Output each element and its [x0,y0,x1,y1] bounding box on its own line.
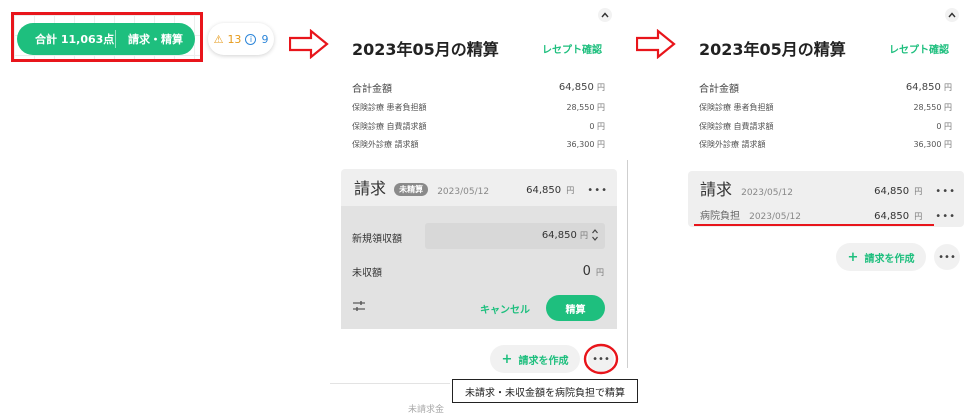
new-receipt-value: 64,850 [541,230,577,241]
bottom-divider [330,383,450,384]
bill-amount: 64,850 [874,185,910,197]
total-unit: 円 [597,83,605,92]
settle-button[interactable]: 請求・精算 [116,31,195,47]
line-row: 保険診療 患者負担額 28,550 円 [352,102,605,113]
line-label: 保険外診療 請求額 [699,140,766,149]
line-label: 保険診療 自費請求額 [699,122,774,131]
unpaid-value: 0 [582,264,591,279]
bill-date: 2023/05/12 [741,188,793,198]
line-row: 保険診療 患者負担額 28,550 円 [699,102,952,113]
bill-more-button[interactable]: ••• [587,185,608,196]
line-row: 保険外診療 請求額 36,300 円 [352,139,605,150]
line-label: 保険外診療 請求額 [352,140,419,149]
collapse-button[interactable] [598,8,612,22]
unpaid-label: 未収額 [352,268,382,279]
line-value: 0 [936,122,942,131]
unpaid-unit: 円 [596,268,604,277]
chevron-up-icon [948,12,956,18]
settle-submit-button[interactable]: 精算 [546,295,605,321]
bill-unit: 円 [914,186,923,196]
total-unit: 円 [944,83,952,92]
panel-divider [627,160,628,368]
cut-off-text: 未請求金 [408,405,445,415]
right-arrow-icon [289,29,329,59]
bill-header[interactable]: 請求 2023/05/12 64,850 円 ••• [700,180,956,199]
bill-heading: 請求 [354,179,387,198]
line-row: 保険診療 自費請求額 0 円 [699,121,952,132]
highlight-underline [694,224,934,226]
create-bill-label: 請求を作成 [518,355,569,367]
total-label: 合計金額 [352,84,392,95]
alerts-pill[interactable]: ⚠ 13 i9 [208,23,274,55]
create-bill-button[interactable]: + 請求を作成 [836,243,926,271]
page-title: 2023年05月の精算 [699,40,846,59]
warning-icon: ⚠ [213,32,224,46]
create-bill-button[interactable]: + 請求を作成 [490,345,580,373]
line-row: 保険外診療 請求額 36,300 円 [699,139,952,150]
new-receipt-unit: 円 [580,231,588,240]
receipt-check-link[interactable]: レセプト確認 [542,41,602,56]
info-icon: i [245,33,257,45]
hospital-burden-row[interactable]: 病院負担 2023/05/12 64,850 円 ••• [700,205,956,222]
hospital-burden-label: 病院負担 [700,210,740,222]
line-value: 36,300 [566,140,595,149]
hospital-burden-unit: 円 [914,211,923,221]
more-options-button[interactable]: ••• [934,244,960,270]
bill-header[interactable]: 請求 未精算 2023/05/12 64,850 円 ••• [354,178,608,198]
receipt-check-link[interactable]: レセプト確認 [889,41,949,56]
right-arrow-icon [636,29,676,59]
bill-more-button[interactable]: ••• [935,186,956,197]
unpaid-value-wrap: 0 円 [540,260,604,279]
line-unit: 円 [944,103,952,112]
cancel-button[interactable]: キャンセル [480,301,530,316]
hospital-burden-date: 2023/05/12 [749,211,801,222]
warning-count: 13 [227,32,242,46]
create-bill-label: 請求を作成 [864,253,915,265]
bill-heading: 請求 [700,180,733,199]
highlight-circle [583,343,619,375]
bill-date: 2023/05/12 [437,187,490,197]
line-value: 28,550 [913,103,942,112]
line-unit: 円 [944,140,952,149]
more-dots: ••• [938,251,956,263]
line-value: 36,300 [913,140,942,149]
line-unit: 円 [597,140,605,149]
line-label: 保険診療 自費請求額 [352,122,427,131]
collapse-button[interactable] [945,8,959,22]
info-count: 9 [261,32,269,46]
total-row: 合計金額 64,850 円 [352,80,605,95]
total-value: 64,850 [905,82,941,93]
status-badge: 未精算 [394,183,429,196]
new-receipt-value-wrap: 64,850 円 [500,230,588,241]
line-unit: 円 [944,122,952,131]
total-row: 合計金額 64,850 円 [699,80,952,95]
plus-icon: + [847,249,859,265]
new-receipt-label: 新規領収額 [352,234,402,245]
total-label: 合計金額 [699,84,739,95]
line-unit: 円 [597,122,605,131]
adjust-settings-icon[interactable] [352,300,366,312]
line-label: 保険診療 患者負担額 [699,103,774,112]
hospital-burden-amount: 64,850 [874,210,910,222]
page-title: 2023年05月の精算 [352,40,499,59]
summary-pill[interactable]: 合計 11,063点 請求・精算 [17,23,195,55]
plus-icon: + [501,351,513,367]
bill-unit: 円 [566,185,575,195]
total-points: 合計 11,063点 [35,33,115,46]
dropdown-menu-item[interactable]: 未請求・未収金額を病院負担で精算 [452,379,638,403]
total-value: 64,850 [558,82,594,93]
line-value: 0 [589,122,595,131]
line-label: 保険診療 患者負担額 [352,103,427,112]
line-value: 28,550 [566,103,595,112]
hospital-burden-more-button[interactable]: ••• [935,211,956,222]
chevron-up-icon [601,12,609,18]
line-row: 保険診療 自費請求額 0 円 [352,121,605,132]
stepper-icon[interactable] [591,227,599,243]
bill-amount: 64,850 [526,184,562,196]
line-unit: 円 [597,103,605,112]
